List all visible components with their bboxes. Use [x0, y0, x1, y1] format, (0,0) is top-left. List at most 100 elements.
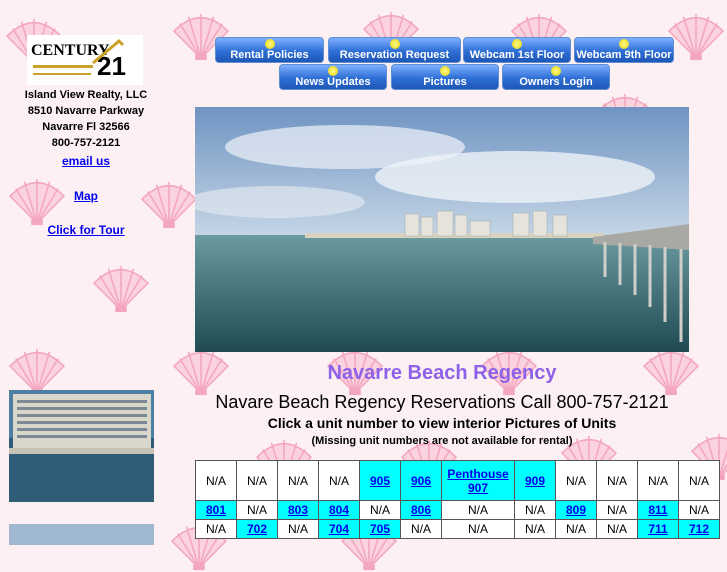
unit-link-cell[interactable]: 711 [637, 519, 679, 539]
unit-link-cell[interactable]: 905 [359, 460, 401, 501]
units-row: N/A 702 N/A 704 705 N/A N/A N/A N/A N/A 711 712 [195, 519, 720, 539]
unit-unavailable-cell: N/A [195, 460, 237, 501]
reservation-request-button[interactable]: Reservation Request [328, 37, 461, 63]
news-updates-button[interactable]: News Updates [279, 64, 387, 90]
unit-link-cell[interactable]: 906 [400, 460, 442, 501]
unit-unavailable-cell: N/A [195, 519, 237, 539]
page-title: Navarre Beach Regency [327, 362, 557, 384]
smiley-icon [512, 39, 522, 49]
unit-unavailable-cell: N/A [596, 500, 638, 520]
unit-unavailable-cell: N/A [400, 519, 442, 539]
availability-note: (Missing unit numbers are not available … [311, 435, 573, 447]
unit-unavailable-label: N/A [606, 522, 627, 536]
unit-link[interactable]: 803 [288, 503, 308, 517]
unit-unavailable-label: N/A [647, 473, 668, 488]
unit-link-cell[interactable]: Penthouse 907 [441, 460, 515, 501]
street-address: 8510 Navarre Parkway [27, 105, 145, 117]
owners-login-button[interactable]: Owners Login [502, 64, 610, 90]
tour-link[interactable]: Click for Tour [0, 223, 172, 237]
unit-link-cell[interactable]: 803 [277, 500, 319, 520]
unit-unavailable-cell: N/A [555, 519, 597, 539]
unit-unavailable-cell: N/A [596, 519, 638, 539]
unit-unavailable-cell: N/A [514, 500, 556, 520]
unit-link-cell[interactable]: 801 [195, 500, 237, 520]
unit-unavailable-label: N/A [688, 503, 709, 517]
unit-link-cell[interactable]: 806 [400, 500, 442, 520]
unit-unavailable-cell: N/A [277, 519, 319, 539]
building-photo-2[interactable] [9, 524, 154, 545]
unit-link[interactable]: 809 [566, 503, 586, 517]
building-photo[interactable] [9, 390, 154, 502]
unit-link[interactable]: 811 [648, 503, 667, 517]
pictures-button[interactable]: Pictures [391, 64, 499, 90]
instruction-text: Click a unit number to view interior Pic… [267, 415, 617, 431]
webcam-1st-floor-button[interactable]: Webcam 1st Floor [463, 37, 571, 63]
unit-link-cell[interactable]: 712 [678, 519, 720, 539]
company-name: Island View Realty, LLC [24, 89, 148, 101]
unit-link[interactable]: 909 [525, 474, 545, 488]
unit-link[interactable]: 704 [329, 522, 349, 536]
unit-unavailable-label: N/A [369, 503, 390, 517]
unit-unavailable-label: N/A [524, 503, 545, 517]
unit-link[interactable]: 804 [329, 503, 349, 517]
seashell-icon [667, 10, 725, 62]
unit-unavailable-label: N/A [467, 522, 488, 536]
unit-link[interactable]: 711 [648, 522, 667, 536]
unit-unavailable-label: N/A [410, 522, 431, 536]
map-link[interactable]: Map [0, 189, 172, 203]
unit-unavailable-label: N/A [205, 473, 226, 488]
unit-unavailable-label: N/A [606, 503, 627, 517]
unit-unavailable-cell: N/A [678, 500, 720, 520]
unit-link-cell[interactable]: 809 [555, 500, 597, 520]
units-row: N/A N/A N/A N/A 905 906 Penthouse 907 909 N/A N/A… [195, 460, 720, 501]
unit-unavailable-label: N/A [287, 473, 308, 488]
rental-policies-button[interactable]: Rental Policies [215, 37, 324, 63]
unit-link[interactable]: 702 [247, 522, 267, 536]
unit-link[interactable]: 705 [370, 522, 390, 536]
unit-unavailable-cell: N/A [514, 519, 556, 539]
century21-logo: CENTURY 21 [27, 35, 143, 85]
unit-unavailable-cell: N/A [318, 460, 360, 501]
unit-link[interactable]: 806 [411, 503, 431, 517]
unit-unavailable-cell: N/A [678, 460, 720, 501]
unit-unavailable-cell: N/A [277, 460, 319, 501]
unit-link-cell[interactable]: 702 [236, 519, 278, 539]
unit-link-cell[interactable]: 909 [514, 460, 556, 501]
unit-unavailable-label: N/A [246, 473, 267, 488]
sidebar: CENTURY 21 Island View Realty, LLC 8510 … [0, 0, 172, 545]
unit-unavailable-label: N/A [688, 473, 709, 488]
unit-unavailable-label: N/A [524, 522, 545, 536]
unit-unavailable-label: N/A [565, 473, 586, 488]
smiley-icon [440, 66, 450, 76]
unit-unavailable-label: N/A [328, 473, 349, 488]
city-state-zip: Navarre Fl 32566 [42, 121, 130, 133]
unit-unavailable-cell: N/A [236, 500, 278, 520]
unit-unavailable-cell: N/A [236, 460, 278, 501]
unit-link[interactable]: Penthouse 907 [447, 467, 508, 495]
unit-link[interactable]: 905 [370, 474, 390, 488]
unit-unavailable-cell: N/A [441, 519, 515, 539]
unit-link-cell[interactable]: 704 [318, 519, 360, 539]
unit-unavailable-label: N/A [565, 522, 586, 536]
units-table: N/A N/A N/A N/A 905 906 Penthouse 907 909 N/A N/A… [195, 460, 720, 539]
webcam-9th-floor-button[interactable]: Webcam 9th Floor [574, 37, 674, 63]
unit-unavailable-label: N/A [606, 473, 627, 488]
unit-unavailable-cell: N/A [359, 500, 401, 520]
smiley-icon [389, 39, 400, 49]
unit-unavailable-cell: N/A [596, 460, 638, 501]
unit-link-cell[interactable]: 705 [359, 519, 401, 539]
email-link[interactable]: email us [0, 154, 172, 168]
units-row: 801 N/A 803 804 N/A 806 N/A N/A 809 N/A 811 N/A [195, 500, 720, 520]
unit-link[interactable]: 906 [411, 474, 431, 488]
unit-unavailable-label: N/A [205, 522, 226, 536]
unit-link-cell[interactable]: 804 [318, 500, 360, 520]
phone-number: 800-757-2121 [51, 137, 121, 149]
unit-link[interactable]: 801 [206, 503, 226, 517]
beach-pier-photo [195, 107, 689, 352]
unit-unavailable-cell: N/A [555, 460, 597, 501]
unit-link-cell[interactable]: 811 [637, 500, 679, 520]
unit-link[interactable]: 712 [689, 522, 709, 536]
unit-unavailable-label: N/A [467, 503, 488, 517]
smiley-icon [328, 66, 338, 76]
unit-unavailable-cell: N/A [637, 460, 679, 501]
